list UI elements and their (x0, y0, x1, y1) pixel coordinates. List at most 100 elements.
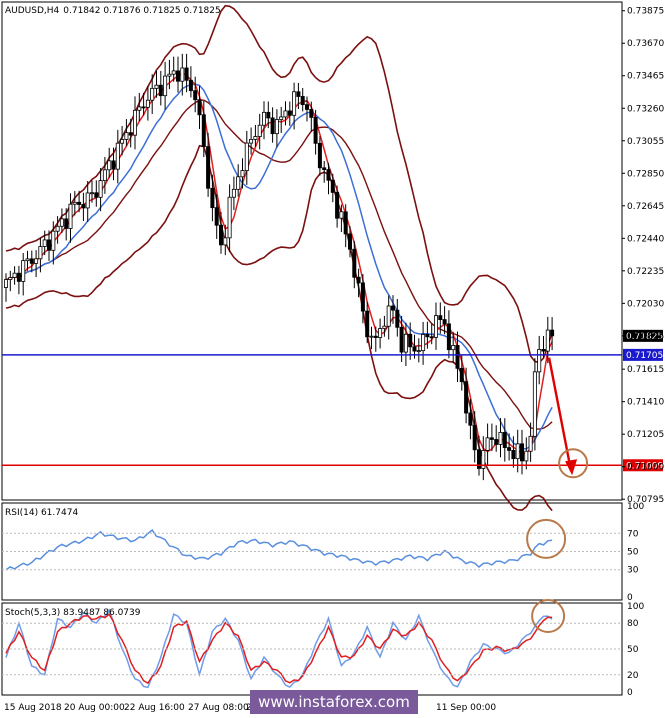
candle (132, 109, 137, 136)
candle (343, 211, 348, 235)
candle (223, 237, 228, 246)
candle (21, 260, 26, 282)
candle (141, 106, 146, 109)
candle (115, 142, 120, 170)
candle (433, 315, 438, 338)
price-tick-label: 0.73875 (627, 7, 664, 17)
candle (59, 218, 64, 227)
candle (416, 350, 421, 353)
candle (502, 432, 507, 448)
candle (287, 110, 292, 116)
candle (171, 70, 176, 75)
candle (188, 79, 193, 92)
candle (102, 169, 107, 182)
candle (485, 437, 490, 451)
candle (545, 329, 550, 352)
price-tick-label: 0.73465 (627, 72, 664, 82)
candle (29, 258, 34, 264)
candle (442, 319, 447, 325)
price-tick-label: 0.72440 (627, 234, 664, 244)
candle (72, 201, 77, 205)
candle (12, 272, 17, 278)
candle (274, 119, 279, 135)
rsi-tick-label: 70 (627, 529, 639, 539)
price-tick-label: 0.72645 (627, 202, 664, 212)
candle (4, 279, 9, 288)
rsi-tick-label: 30 (627, 566, 639, 576)
candle (369, 335, 374, 338)
candle (459, 367, 464, 383)
time-tick-label: 22 Aug 16:00 (124, 703, 185, 713)
candle (137, 106, 142, 111)
stoch-tick-label: 0 (627, 688, 633, 698)
candle (412, 346, 417, 352)
price-tick-label: 0.72235 (627, 267, 664, 277)
candle (515, 443, 520, 460)
candle (429, 336, 434, 339)
candle (167, 73, 172, 77)
candle (300, 96, 305, 106)
candle (193, 90, 198, 101)
candle (317, 142, 322, 169)
candle (313, 117, 318, 144)
candle (25, 258, 30, 262)
candle (270, 117, 275, 135)
candle (528, 435, 533, 452)
candle (292, 91, 297, 116)
candle (309, 109, 314, 118)
candle (365, 310, 370, 338)
candle (163, 75, 168, 97)
candle (421, 334, 426, 352)
candle (266, 111, 271, 119)
candle (455, 345, 460, 369)
stoch-header: Stoch(5,3,3) 83.9487 86.0739 (5, 608, 141, 618)
candle (16, 272, 21, 282)
candle (68, 203, 73, 229)
candle (231, 188, 236, 198)
candle (330, 179, 335, 193)
candle (489, 437, 494, 440)
candle (124, 132, 129, 140)
blue-level-label: 0.71705 (626, 351, 663, 361)
candle (150, 87, 155, 101)
candle (347, 233, 352, 250)
watermark-text: www.instaforex.com (258, 693, 410, 711)
candle (38, 246, 43, 260)
time-tick-label: 27 Aug 08:00 (188, 703, 249, 713)
rsi-header: RSI(14) 61.7474 (5, 508, 78, 518)
stoch-tick-label: 100 (627, 602, 644, 612)
candle (201, 114, 206, 147)
candle (249, 138, 254, 144)
candle (94, 192, 99, 198)
candle (511, 450, 516, 460)
candle (81, 204, 86, 209)
time-tick-label: 15 Aug 2018 (4, 703, 62, 713)
price-tick-label: 0.71825 (627, 332, 664, 342)
candle (541, 349, 546, 352)
candle (537, 349, 542, 373)
candle (47, 239, 52, 251)
candle (253, 136, 258, 140)
price-tick-label: 0.71000 (627, 463, 664, 473)
candle (425, 334, 430, 338)
candle (227, 196, 232, 239)
candle (451, 345, 456, 351)
symbol-header: AUDUSD,H4 0.71842 0.71876 0.71825 0.71825 (5, 6, 221, 16)
candle (464, 381, 469, 414)
candle (90, 192, 95, 195)
candle (507, 447, 512, 451)
candle (339, 211, 344, 219)
candle (206, 146, 211, 189)
candle (236, 176, 241, 190)
candle (42, 239, 47, 247)
chart-canvas: 0.717050.710090.71825 0.738750.736700.73… (1, 1, 664, 714)
candle (51, 230, 56, 251)
candle (244, 142, 249, 172)
candle (550, 329, 555, 337)
rsi-tick-label: 100 (627, 502, 644, 512)
candle (98, 180, 103, 198)
stoch-tick-label: 80 (627, 619, 639, 629)
price-tick-label: 0.72850 (627, 169, 664, 179)
candle (175, 70, 180, 82)
candle (296, 91, 301, 97)
